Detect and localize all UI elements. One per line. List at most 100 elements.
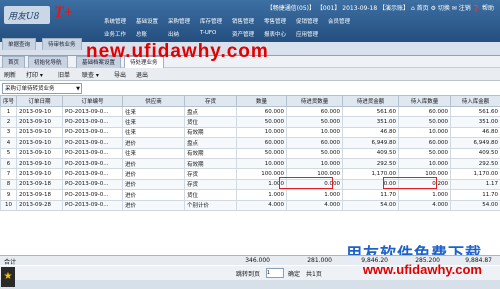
- table-cell[interactable]: 50.000: [236, 116, 287, 128]
- table-cell[interactable]: 60.000: [286, 105, 343, 118]
- table-cell[interactable]: 54.00: [450, 199, 500, 211]
- table-cell[interactable]: 存货: [184, 168, 237, 180]
- table-cell[interactable]: 进价: [122, 189, 185, 201]
- table-cell[interactable]: 4.000: [236, 199, 287, 211]
- table-cell[interactable]: 11.70: [450, 189, 500, 201]
- table-cell[interactable]: PO-2013-09-0...: [62, 178, 123, 191]
- table-cell[interactable]: 60.000: [398, 105, 451, 118]
- table-row[interactable]: 10 2013-09-28 PO-2013-09-0... 进价 个别计价 4.000 4.…: [0, 199, 500, 211]
- menu-item[interactable]: 库存管理: [200, 17, 232, 25]
- table-cell[interactable]: 5: [0, 147, 17, 159]
- menu-item[interactable]: 基础设置: [136, 17, 168, 25]
- menu-item[interactable]: 应用管理: [296, 30, 328, 38]
- table-cell[interactable]: 存货: [184, 178, 237, 191]
- table-cell[interactable]: PO-2013-09-0...: [62, 189, 123, 201]
- menu-item[interactable]: T-UFO: [200, 30, 232, 38]
- table-cell[interactable]: 46.80: [450, 126, 500, 139]
- table-cell[interactable]: 进价: [122, 199, 185, 211]
- table-cell[interactable]: 60.000: [236, 137, 287, 149]
- table-cell[interactable]: 2013-09-10: [16, 168, 63, 180]
- history-button[interactable]: 旧单: [58, 70, 70, 79]
- table-cell[interactable]: 10: [0, 199, 17, 211]
- col-header[interactable]: 订单编号: [62, 95, 123, 107]
- col-header[interactable]: 待入库金额: [450, 95, 500, 107]
- menu-item[interactable]: 系统管理: [104, 17, 136, 25]
- table-cell[interactable]: 6: [0, 157, 17, 170]
- table-cell[interactable]: 50.000: [398, 147, 451, 159]
- table-cell[interactable]: 2013-09-10: [16, 126, 63, 139]
- table-cell[interactable]: 50.000: [286, 116, 343, 128]
- table-cell[interactable]: 7: [0, 168, 17, 180]
- table-cell[interactable]: 4.000: [398, 199, 451, 211]
- table-cell[interactable]: 1: [0, 105, 17, 118]
- table-cell[interactable]: 292.50: [450, 157, 500, 170]
- col-header[interactable]: 订单日期: [16, 95, 63, 107]
- col-header[interactable]: 供应商: [122, 95, 185, 107]
- table-cell[interactable]: 往来: [122, 105, 185, 118]
- menu-item[interactable]: 总账: [136, 30, 168, 38]
- table-cell[interactable]: 6,949.80: [450, 137, 500, 149]
- table-cell[interactable]: PO-2013-09-0...: [62, 105, 123, 118]
- tab-init-guide[interactable]: 初始化导航: [28, 56, 68, 68]
- table-cell[interactable]: 50.000: [398, 116, 451, 128]
- tab-home[interactable]: 首页: [2, 56, 26, 68]
- table-cell[interactable]: 2013-09-10: [16, 137, 63, 149]
- table-cell[interactable]: 60.000: [236, 105, 287, 118]
- table-cell[interactable]: 2013-09-10: [16, 105, 63, 118]
- table-cell[interactable]: 2013-09-10: [16, 157, 63, 170]
- table-cell[interactable]: 4: [0, 137, 17, 149]
- exit-button[interactable]: 退出: [136, 70, 148, 79]
- table-cell[interactable]: 往来: [122, 147, 185, 159]
- table-cell[interactable]: 有效期: [184, 157, 237, 170]
- table-cell[interactable]: 进价: [122, 157, 185, 170]
- col-header[interactable]: 待进货数量: [286, 95, 343, 107]
- table-cell[interactable]: 409.50: [450, 147, 500, 159]
- table-cell[interactable]: PO-2013-09-0...: [62, 199, 123, 211]
- table-cell[interactable]: 个别计价: [184, 199, 237, 211]
- table-row[interactable]: 5 2013-09-10 PO-2013-09-0... 往来 有效期 50.000 50.…: [0, 147, 500, 159]
- table-cell[interactable]: PO-2013-09-0...: [62, 137, 123, 149]
- refresh-button[interactable]: 刷新: [4, 70, 16, 79]
- table-cell[interactable]: 10.000: [236, 126, 287, 139]
- table-cell[interactable]: 1.000: [398, 189, 451, 201]
- table-cell[interactable]: 进价: [122, 168, 185, 180]
- menu-item[interactable]: 报表中心: [264, 30, 296, 38]
- menu-item[interactable]: 促销管理: [296, 17, 328, 25]
- table-row[interactable]: 6 2013-09-10 PO-2013-09-0... 进价 有效期 10.000 10.…: [0, 157, 500, 170]
- table-cell[interactable]: 2013-09-18: [16, 189, 63, 201]
- table-cell[interactable]: 351.00: [342, 116, 399, 128]
- menu-item[interactable]: 采购管理: [168, 17, 200, 25]
- table-cell[interactable]: 10.000: [398, 126, 451, 139]
- table-cell[interactable]: 往来: [122, 116, 185, 128]
- table-cell[interactable]: 1,170.00: [450, 168, 500, 180]
- table-cell[interactable]: 盘点: [184, 137, 237, 149]
- menu-item[interactable]: 业务工作: [104, 30, 136, 38]
- table-row[interactable]: 3 2013-09-10 PO-2013-09-0... 往来 有效期 10.000 10.…: [0, 126, 500, 139]
- table-cell[interactable]: 292.50: [342, 157, 399, 170]
- table-row[interactable]: 2 2013-09-10 PO-2013-09-0... 往来 货位 50.000 50.0…: [0, 116, 500, 128]
- table-cell[interactable]: 2: [0, 116, 17, 128]
- table-cell[interactable]: 3: [0, 126, 17, 139]
- table-cell[interactable]: 1.000: [286, 189, 343, 201]
- col-header[interactable]: 存货: [184, 95, 237, 107]
- link-button[interactable]: 联查 ▾: [82, 70, 99, 79]
- table-cell[interactable]: 2013-09-10: [16, 116, 63, 128]
- table-cell[interactable]: 有效期: [184, 126, 237, 139]
- table-cell[interactable]: 409.50: [342, 147, 399, 159]
- table-cell[interactable]: PO-2013-09-0...: [62, 116, 123, 128]
- col-header[interactable]: 序号: [0, 95, 17, 107]
- table-cell[interactable]: 351.00: [450, 116, 500, 128]
- col-header[interactable]: 待入库数量: [398, 95, 451, 107]
- menu-item[interactable]: 出纳: [168, 30, 200, 38]
- table-cell[interactable]: 60.000: [286, 137, 343, 149]
- export-button[interactable]: 导出: [114, 70, 126, 79]
- table-cell[interactable]: 10.000: [236, 157, 287, 170]
- table-cell[interactable]: 6,949.80: [342, 137, 399, 149]
- table-cell[interactable]: 10.000: [286, 126, 343, 139]
- table-cell[interactable]: 11.70: [342, 189, 399, 201]
- table-cell[interactable]: 561.60: [342, 105, 399, 118]
- table-cell[interactable]: 盘点: [184, 105, 237, 118]
- menu-item[interactable]: 零售管理: [264, 17, 296, 25]
- table-cell[interactable]: 货位: [184, 116, 237, 128]
- table-cell[interactable]: 2013-09-10: [16, 147, 63, 159]
